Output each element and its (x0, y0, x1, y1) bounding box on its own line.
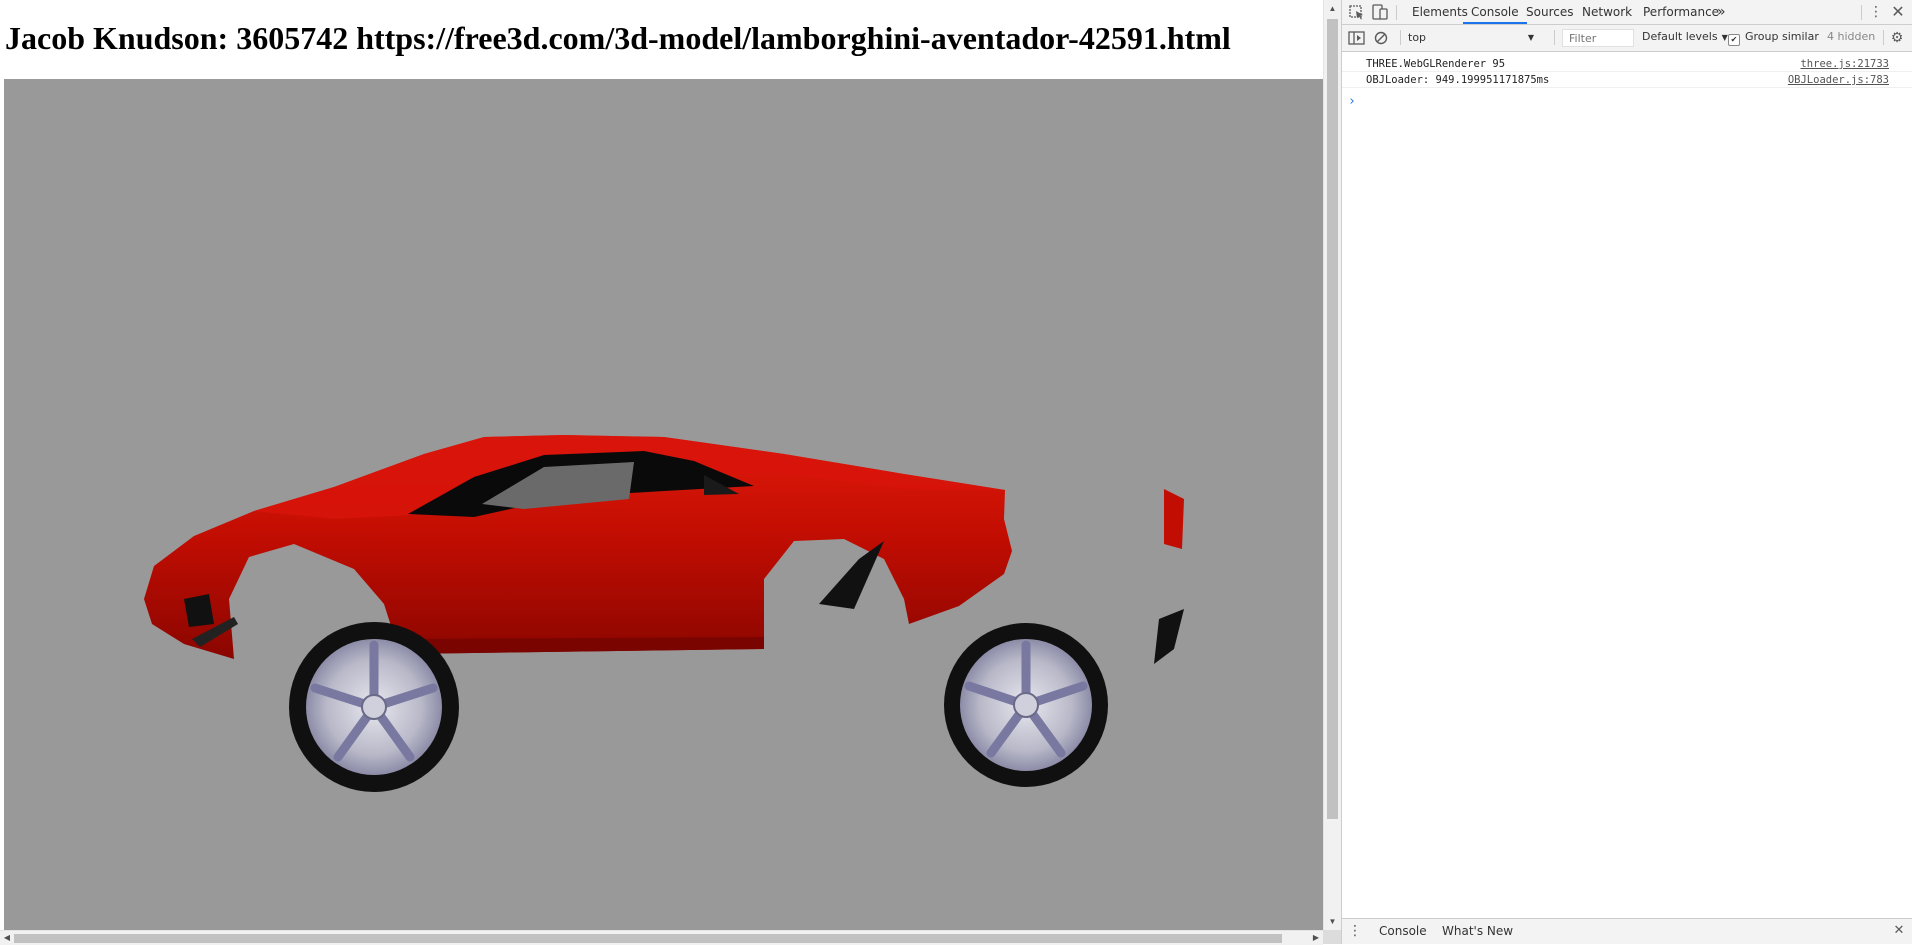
close-icon[interactable]: ✕ (1891, 4, 1905, 20)
context-value: top (1408, 31, 1427, 44)
divider (1400, 30, 1401, 45)
hidden-count: 4 hidden (1827, 30, 1876, 43)
scroll-corner (1323, 930, 1341, 944)
vertical-scrollbar[interactable]: ▲ ▼ (1323, 0, 1341, 930)
drawer-tabbar: ⋮ Console What's New ✕ (1342, 918, 1912, 944)
tab-sources[interactable]: Sources (1518, 0, 1581, 24)
log-levels-label: Default levels (1642, 30, 1718, 43)
drawer-tab-console[interactable]: Console (1379, 919, 1427, 944)
vertical-scroll-thumb[interactable] (1327, 19, 1338, 819)
scroll-left-arrow-icon[interactable]: ◀ (0, 931, 14, 945)
car-render (144, 435, 1184, 792)
webgl-canvas[interactable] (4, 79, 1323, 930)
checkbox-checked-icon[interactable]: ✔ (1728, 34, 1740, 46)
rear-wheel (944, 623, 1108, 787)
console-message: OBJLoader: 949.199951171875ms OBJLoader.… (1342, 72, 1912, 88)
horizontal-scroll-thumb[interactable] (14, 934, 1282, 943)
console-message-text: THREE.WebGLRenderer 95 (1366, 58, 1506, 70)
devtools-tabbar: Elements Console Sources Network Perform… (1342, 0, 1912, 25)
console-toolbar: top ▼ Default levels▼ ✔Group similar 4 h… (1342, 25, 1912, 52)
scroll-down-arrow-icon[interactable]: ▼ (1324, 913, 1341, 930)
more-tabs-icon[interactable]: » (1709, 0, 1734, 24)
scroll-right-arrow-icon[interactable]: ▶ (1309, 931, 1323, 945)
console-message-source-link[interactable]: three.js:21733 (1800, 56, 1889, 72)
divider (1396, 5, 1397, 20)
clear-console-icon[interactable] (1373, 30, 1391, 46)
horizontal-scrollbar[interactable]: ◀ ▶ (0, 930, 1323, 945)
console-message-text: OBJLoader: 949.199951171875ms (1366, 74, 1550, 86)
show-sidebar-icon[interactable] (1348, 30, 1366, 46)
divider (1883, 30, 1884, 45)
log-levels-dropdown[interactable]: Default levels ▼ (1642, 30, 1728, 43)
drawer-menu-icon[interactable]: ⋮ (1348, 923, 1362, 939)
dropdown-caret-icon: ▼ (1527, 33, 1534, 42)
kebab-menu-icon[interactable]: ⋮ (1869, 4, 1883, 20)
side-intake (819, 541, 884, 609)
console-output: THREE.WebGLRenderer 95 three.js:21733 OB… (1342, 52, 1912, 918)
console-prompt-icon[interactable]: › (1348, 94, 1356, 109)
dropdown-caret-icon: ▼ (1721, 33, 1728, 42)
front-wheel (289, 622, 459, 792)
group-similar-toggle[interactable]: ✔ Group similar (1728, 30, 1819, 46)
console-message: THREE.WebGLRenderer 95 three.js:21733 (1342, 56, 1912, 72)
tab-network[interactable]: Network (1574, 0, 1640, 24)
device-toolbar-icon[interactable] (1371, 4, 1389, 20)
context-selector[interactable]: top ▼ (1408, 28, 1538, 47)
inspect-element-icon[interactable] (1348, 4, 1366, 20)
close-drawer-icon[interactable]: ✕ (1892, 923, 1906, 939)
filter-input[interactable] (1562, 29, 1634, 47)
web-page: Jacob Knudson: 3605742 https://free3d.co… (0, 0, 1323, 944)
divider (1861, 5, 1862, 20)
devtools-panel: Elements Console Sources Network Perform… (1341, 0, 1912, 944)
scroll-up-arrow-icon[interactable]: ▲ (1324, 0, 1341, 17)
drawer-tab-whats-new[interactable]: What's New (1442, 919, 1513, 944)
divider (1554, 30, 1555, 45)
gear-icon[interactable]: ⚙ (1889, 30, 1905, 46)
page-title: Jacob Knudson: 3605742 https://free3d.co… (5, 20, 1231, 56)
console-message-source-link[interactable]: OBJLoader.js:783 (1788, 72, 1889, 88)
group-similar-label: Group similar (1745, 30, 1819, 43)
